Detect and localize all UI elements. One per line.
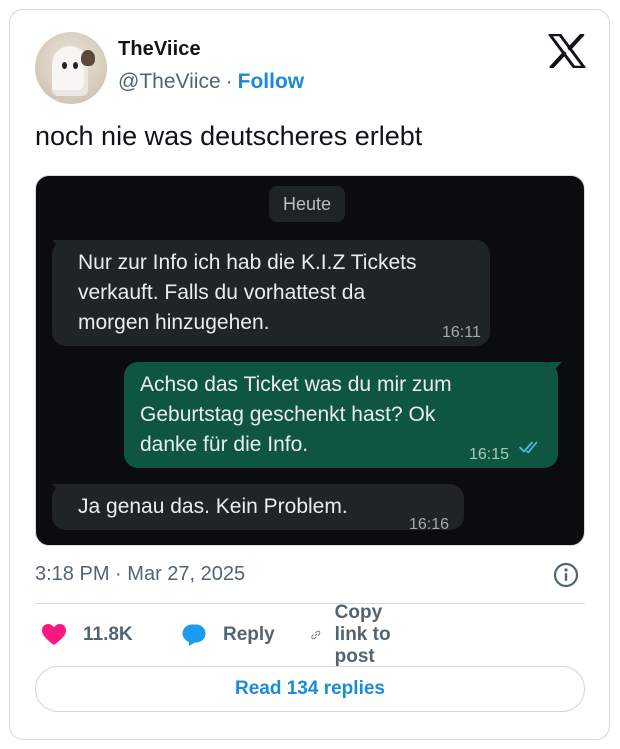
message-line: Geburtstag geschenkt hast? Ok	[140, 403, 436, 426]
reply-label: Reply	[223, 624, 275, 645]
message-line: morgen hinzugehen.	[78, 311, 270, 334]
meta-separator: ·	[115, 563, 122, 585]
duck-figure	[81, 50, 95, 66]
read-double-check-icon	[519, 441, 538, 454]
message-time: 16:11	[442, 324, 481, 341]
heart-icon	[42, 624, 66, 645]
info-icon[interactable]	[553, 562, 579, 588]
link-icon	[311, 630, 321, 640]
x-logo-icon[interactable]	[548, 34, 586, 68]
like-count: 11.8K	[83, 624, 133, 645]
tweet-time[interactable]: 3:18 PM	[35, 563, 109, 585]
follow-link[interactable]: Follow	[238, 70, 305, 93]
message-bubble-outgoing: Achso das Ticket was du mir zum Geburtst…	[124, 362, 558, 468]
message-line: Nur zur Info ich hab die K.I.Z Tickets	[78, 251, 417, 274]
message-line: Achso das Ticket was du mir zum	[140, 373, 452, 396]
read-replies-button[interactable]: Read 134 replies	[35, 666, 585, 712]
tweet-text: noch nie was deutscheres erlebt	[35, 121, 423, 151]
handle-separator: ·	[225, 70, 233, 93]
message-bubble-incoming: Ja genau das. Kein Problem. 16:16	[52, 484, 464, 533]
copy-link-label: Copy link to post	[334, 602, 391, 667]
divider	[35, 603, 585, 604]
message-line: verkauft. Falls du vorhattest da	[78, 281, 366, 304]
chat-screenshot[interactable]: Heute Nur zur Info ich hab die K.I.Z Tic…	[35, 175, 585, 546]
tweet-date[interactable]: Mar 27, 2025	[127, 563, 245, 585]
date-chip: Heute	[269, 186, 346, 222]
message-time: 16:16	[409, 516, 450, 533]
author-handle[interactable]: @TheViice	[118, 70, 221, 93]
copy-link-button[interactable]: Copy link to post	[311, 602, 397, 667]
tweet-meta: 3:18 PM · Mar 27, 2025	[35, 563, 245, 586]
message-bubble-incoming: Nur zur Info ich hab die K.I.Z Tickets v…	[52, 240, 490, 346]
reply-bubble-icon	[182, 624, 206, 646]
like-button[interactable]: 11.8K	[41, 620, 133, 650]
reply-button[interactable]: Reply	[181, 620, 275, 650]
avatar[interactable]	[35, 32, 107, 104]
message-time: 16:15	[469, 446, 510, 463]
author-name[interactable]: TheViice	[118, 38, 201, 61]
author-handle-row: @TheViice · Follow	[118, 70, 304, 94]
message-line: Ja genau das. Kein Problem.	[78, 495, 348, 518]
